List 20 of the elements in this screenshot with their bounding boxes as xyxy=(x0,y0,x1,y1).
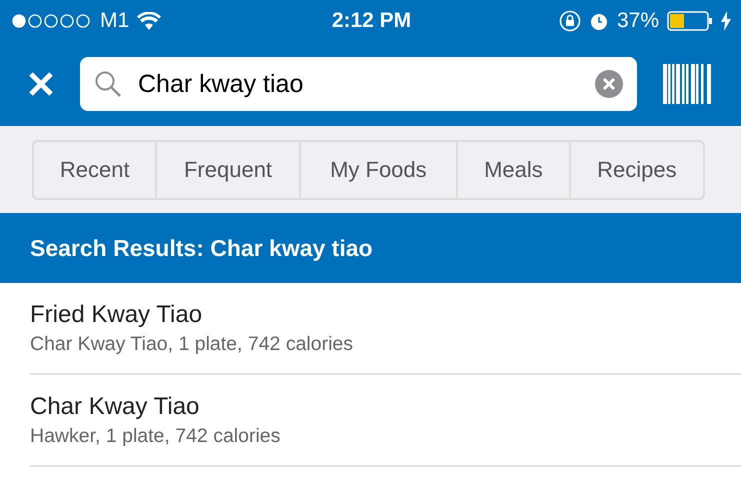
search-input[interactable]: Char kway tiao xyxy=(138,70,579,98)
food-detail: Hawker, 1 plate, 742 calories xyxy=(30,424,282,448)
rotation-lock-icon xyxy=(558,10,581,32)
carrier-name: M1 xyxy=(100,9,130,33)
clock-time: 2:12 PM xyxy=(332,9,412,33)
clear-icon[interactable] xyxy=(595,70,623,98)
food-name[interactable]: Fried Kway Tiao xyxy=(30,300,741,328)
search-icon xyxy=(94,70,122,98)
results-header: Search Results: Char kway tiao xyxy=(0,213,741,283)
alarm-icon xyxy=(588,11,609,31)
close-icon[interactable] xyxy=(28,71,54,97)
charging-icon xyxy=(721,11,731,31)
battery-icon xyxy=(667,11,713,31)
search-field[interactable]: Char kway tiao xyxy=(80,57,637,111)
wifi-icon xyxy=(137,12,162,30)
barcode-icon[interactable] xyxy=(663,64,711,104)
battery-percent: 37% xyxy=(616,9,659,33)
signal-icon xyxy=(12,14,92,28)
food-name[interactable]: Char Kway Tiao xyxy=(30,392,741,420)
food-detail: Char Kway Tiao, 1 plate, 742 calories xyxy=(30,332,354,356)
